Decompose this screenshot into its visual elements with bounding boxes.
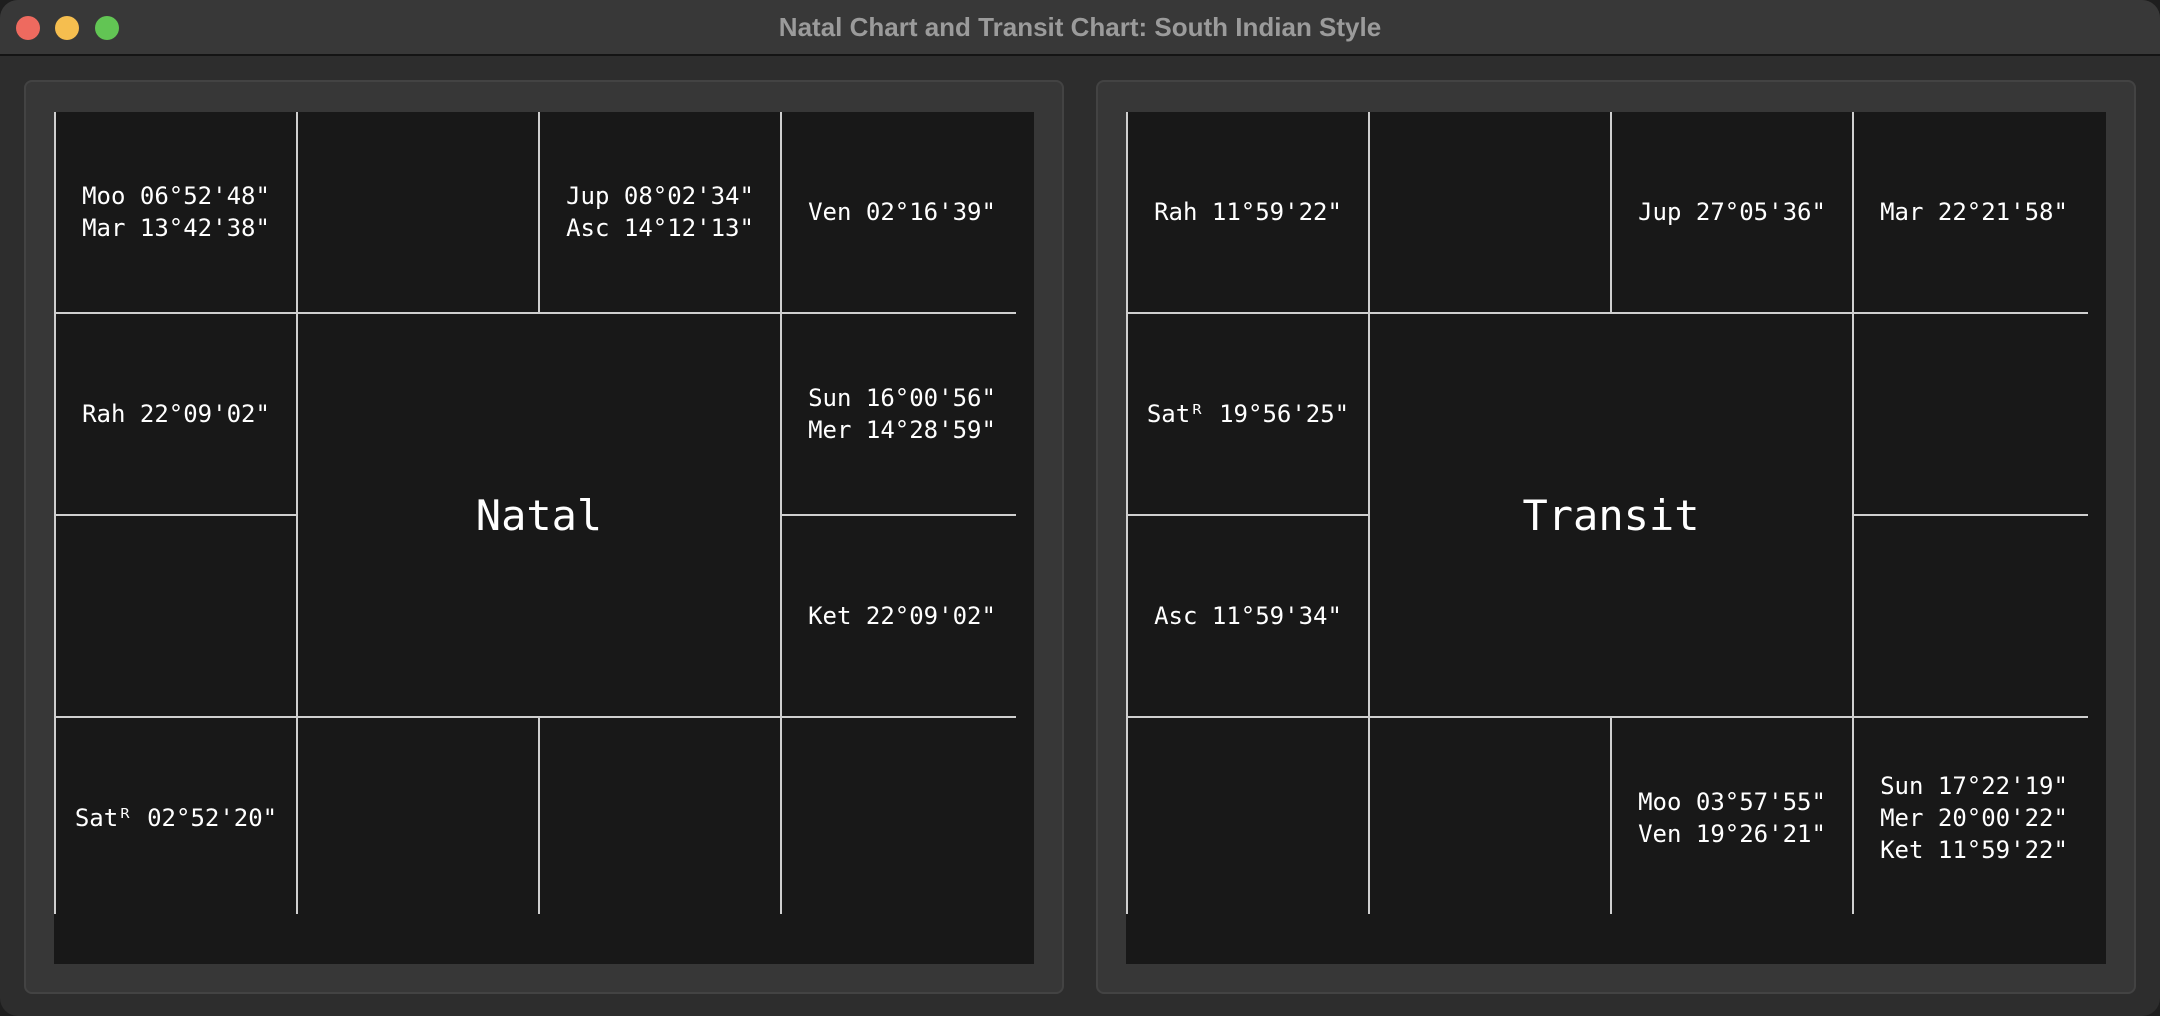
chart-center: Natal bbox=[298, 314, 780, 716]
planet-position: Mar 22°21'58" bbox=[1880, 198, 2068, 226]
planet-list: Asc 11°59'34" bbox=[1154, 600, 1342, 632]
planet-position: Sun 17°22'19" bbox=[1880, 772, 2068, 800]
house-cell bbox=[298, 112, 538, 312]
planet-position: Jup 08°02'34" bbox=[566, 182, 754, 210]
house-cell: Ket 22°09'02" bbox=[782, 516, 1022, 716]
planet-list: Moo 03°57'55" Ven 19°26'21" bbox=[1638, 786, 1826, 850]
planet-position: Satᴿ 19°56'25" bbox=[1146, 400, 1350, 428]
app-window: Natal Chart and Transit Chart: South Ind… bbox=[0, 0, 2160, 1016]
title-bar: Natal Chart and Transit Chart: South Ind… bbox=[0, 0, 2160, 56]
planet-position: Mar 13°42'38" bbox=[82, 214, 270, 242]
transit-chart-grid: Rah 11°59'22" Jup 27°05'36" Mar 22°21'58… bbox=[1126, 112, 2094, 918]
planet-position: Ven 19°26'21" bbox=[1638, 820, 1826, 848]
planet-list: Satᴿ 19°56'25" bbox=[1147, 398, 1349, 430]
planet-list: Satᴿ 02°52'20" bbox=[75, 802, 277, 834]
house-cell bbox=[1854, 314, 2094, 514]
chart-center: Transit bbox=[1370, 314, 1852, 716]
house-cell: Ven 02°16'39" bbox=[782, 112, 1022, 312]
planet-position: Moo 06°52'48" bbox=[82, 182, 270, 210]
natal-chart-grid: Moo 06°52'48" Mar 13°42'38" Jup 08°02'34"… bbox=[54, 112, 1022, 918]
chart-center-label: Natal bbox=[475, 490, 603, 540]
house-cell bbox=[1854, 516, 2094, 716]
planet-position: Moo 03°57'55" bbox=[1638, 788, 1826, 816]
planet-position: Jup 27°05'36" bbox=[1638, 198, 1826, 226]
planet-position: Asc 11°59'34" bbox=[1154, 602, 1342, 630]
house-cell: Rah 22°09'02" bbox=[56, 314, 296, 514]
planet-position: Ket 11°59'22" bbox=[1880, 836, 2068, 864]
planet-list: Ket 22°09'02" bbox=[808, 600, 996, 632]
house-cell bbox=[782, 718, 1022, 918]
transit-chart-canvas: Rah 11°59'22" Jup 27°05'36" Mar 22°21'58… bbox=[1126, 112, 2106, 964]
planet-position: Satᴿ 02°52'20" bbox=[74, 804, 278, 832]
house-cell: Jup 08°02'34" Asc 14°12'13" bbox=[540, 112, 780, 312]
planet-list: Jup 08°02'34" Asc 14°12'13" bbox=[566, 180, 754, 244]
planet-list: Sun 16°00'56" Mer 14°28'59" bbox=[808, 382, 996, 446]
planet-list: Moo 06°52'48" Mar 13°42'38" bbox=[82, 180, 270, 244]
house-cell bbox=[540, 718, 780, 918]
planet-position: Rah 11°59'22" bbox=[1154, 198, 1342, 226]
planet-position: Sun 16°00'56" bbox=[808, 384, 996, 412]
window-title: Natal Chart and Transit Chart: South Ind… bbox=[778, 12, 1382, 42]
house-cell: Jup 27°05'36" bbox=[1612, 112, 1852, 312]
planet-list: Ven 02°16'39" bbox=[808, 196, 996, 228]
planet-position: Rah 22°09'02" bbox=[82, 400, 270, 428]
house-cell bbox=[1370, 718, 1610, 918]
house-cell bbox=[56, 516, 296, 716]
planet-position: Asc 14°12'13" bbox=[566, 214, 754, 242]
planet-list: Rah 11°59'22" bbox=[1154, 196, 1342, 228]
natal-chart-canvas: Moo 06°52'48" Mar 13°42'38" Jup 08°02'34"… bbox=[54, 112, 1034, 964]
house-cell: Asc 11°59'34" bbox=[1128, 516, 1368, 716]
planet-list: Jup 27°05'36" bbox=[1638, 196, 1826, 228]
house-cell: Sun 17°22'19" Mer 20°00'22" Ket 11°59'22" bbox=[1854, 718, 2094, 918]
planet-list: Sun 17°22'19" Mer 20°00'22" Ket 11°59'22" bbox=[1880, 770, 2068, 866]
transit-chart-panel: Rah 11°59'22" Jup 27°05'36" Mar 22°21'58… bbox=[1096, 80, 2136, 994]
chart-center-label: Transit bbox=[1522, 490, 1700, 540]
house-cell bbox=[1128, 718, 1368, 918]
natal-chart-panel: Moo 06°52'48" Mar 13°42'38" Jup 08°02'34"… bbox=[24, 80, 1064, 994]
planet-list: Rah 22°09'02" bbox=[82, 398, 270, 430]
house-cell: Rah 11°59'22" bbox=[1128, 112, 1368, 312]
planet-list: Mar 22°21'58" bbox=[1880, 196, 2068, 228]
planet-position: Ket 22°09'02" bbox=[808, 602, 996, 630]
house-cell bbox=[1370, 112, 1610, 312]
house-cell: Moo 06°52'48" Mar 13°42'38" bbox=[56, 112, 296, 312]
house-cell bbox=[298, 718, 538, 918]
planet-position: Mer 14°28'59" bbox=[808, 416, 996, 444]
planet-position: Ven 02°16'39" bbox=[808, 198, 996, 226]
house-cell: Mar 22°21'58" bbox=[1854, 112, 2094, 312]
house-cell: Satᴿ 02°52'20" bbox=[56, 718, 296, 918]
house-cell: Sun 16°00'56" Mer 14°28'59" bbox=[782, 314, 1022, 514]
house-cell: Moo 03°57'55" Ven 19°26'21" bbox=[1612, 718, 1852, 918]
planet-position: Mer 20°00'22" bbox=[1880, 804, 2068, 832]
house-cell: Satᴿ 19°56'25" bbox=[1128, 314, 1368, 514]
